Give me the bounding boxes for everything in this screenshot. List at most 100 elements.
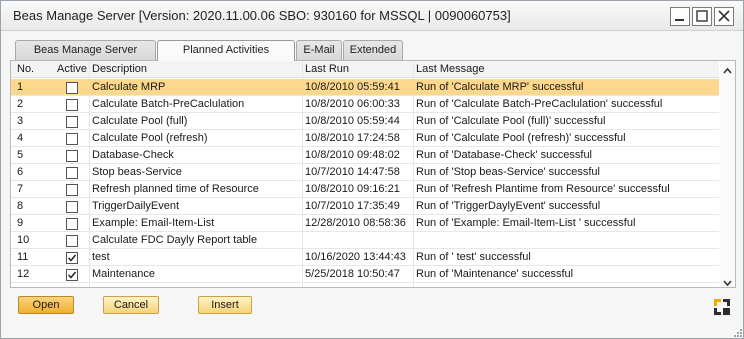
- row-description: test: [92, 251, 110, 263]
- table-row[interactable]: 12 Maintenance 5/25/2018 10:50:47 Run of 'M…: [11, 266, 719, 283]
- row-last-message: Run of 'Refresh Plantime from Resource' …: [416, 183, 670, 195]
- maximize-button[interactable]: [692, 7, 712, 26]
- grid-header: No. Active Description Last Run Last Mes…: [11, 61, 719, 78]
- row-number: 7: [17, 183, 24, 195]
- row-last-message: Run of ' test' successful: [416, 251, 531, 263]
- chevron-up-icon[interactable]: [723, 67, 732, 75]
- activities-grid: No. Active Description Last Run Last Mes…: [11, 61, 719, 287]
- row-last-message: [414, 232, 719, 249]
- title-bar[interactable]: Beas Manage Server [Version: 2020.11.00.…: [1, 1, 743, 31]
- header-description[interactable]: Description: [90, 61, 300, 78]
- active-checkbox[interactable]: [66, 218, 78, 230]
- active-checkbox[interactable]: [66, 150, 78, 162]
- row-last-message: Run of 'TriggerDaylyEvent' successful: [416, 200, 601, 212]
- row-description: Example: Email-Item-List: [92, 217, 215, 229]
- row-last-run: 12/28/2010 08:58:36: [305, 217, 406, 229]
- active-checkbox[interactable]: [66, 133, 78, 145]
- row-last-run: 10/7/2010 14:47:58: [305, 166, 400, 178]
- row-last-message: Run of 'Calculate Batch-PreCaclulation' …: [416, 98, 663, 110]
- row-number: 12: [17, 268, 30, 280]
- row-last-message: Run of 'Example: Email-Item-List ' succe…: [416, 217, 636, 229]
- row-last-message: Run of 'Calculate Pool (refresh)' succes…: [416, 132, 626, 144]
- row-description: TriggerDailyEvent: [92, 200, 180, 212]
- header-active[interactable]: Active: [55, 61, 88, 78]
- maximize-icon: [696, 10, 708, 22]
- chevron-down-icon[interactable]: [723, 279, 732, 287]
- table-row[interactable]: 8 TriggerDailyEvent 10/7/2010 17:35:49 Run …: [11, 198, 719, 215]
- tab-planned-activities[interactable]: Planned Activities: [157, 40, 295, 61]
- row-number: 8: [17, 200, 24, 212]
- row-number: 9: [17, 217, 24, 229]
- close-icon: [718, 10, 730, 22]
- row-number: 10: [17, 234, 30, 246]
- beas-manage-server-window: Beas Manage Server [Version: 2020.11.00.…: [0, 0, 744, 339]
- row-last-run: 10/8/2010 05:59:44: [305, 115, 400, 127]
- planned-activities-panel: No. Active Description Last Run Last Mes…: [10, 60, 736, 288]
- row-last-run: 5/25/2018 10:50:47: [305, 268, 400, 280]
- row-number: 6: [17, 166, 24, 178]
- row-description: Stop beas-Service: [92, 166, 182, 178]
- row-last-message: Run of 'Calculate Pool (full)' successfu…: [416, 115, 606, 127]
- row-last-run: 10/8/2010 17:24:58: [305, 132, 400, 144]
- row-last-run: 10/8/2010 09:16:21: [305, 183, 400, 195]
- open-button[interactable]: Open: [18, 296, 74, 314]
- row-last-run: 10/8/2010 06:00:33: [305, 98, 400, 110]
- insert-button[interactable]: Insert: [198, 296, 252, 314]
- row-last-run: 10/16/2020 13:44:43: [305, 251, 406, 263]
- tab-e-mail[interactable]: E-Mail: [296, 40, 342, 60]
- table-row[interactable]: 4 Calculate Pool (refresh) 10/8/2010 17:24…: [11, 130, 719, 147]
- table-row[interactable]: 3 Calculate Pool (full) 10/8/2010 05:59:44…: [11, 113, 719, 130]
- cancel-button[interactable]: Cancel: [103, 296, 159, 314]
- row-description: Maintenance: [92, 268, 155, 280]
- active-checkbox[interactable]: [66, 167, 78, 179]
- header-no[interactable]: No.: [15, 61, 55, 78]
- header-last-run[interactable]: Last Run: [303, 61, 413, 78]
- row-description: Refresh planned time of Resource: [92, 183, 259, 195]
- table-row[interactable]: 2 Calculate Batch-PreCaclulation 10/8/2010…: [11, 96, 719, 113]
- row-number: 3: [17, 115, 24, 127]
- table-row[interactable]: 7 Refresh planned time of Resource 10/8/20…: [11, 181, 719, 198]
- row-last-message: Run of 'Database-Check' successful: [416, 149, 593, 161]
- vertical-scrollbar[interactable]: [720, 61, 735, 287]
- minimize-button[interactable]: [670, 7, 690, 26]
- active-checkbox[interactable]: [66, 99, 78, 111]
- checkmark-icon: [67, 254, 77, 262]
- row-last-run: 10/8/2010 05:59:41: [305, 81, 400, 93]
- close-button[interactable]: [714, 7, 734, 26]
- header-last-message[interactable]: Last Message: [414, 61, 719, 78]
- table-row[interactable]: 11 test 10/16/2020 13:44:43 Run of ' test' …: [11, 249, 719, 266]
- window-title: Beas Manage Server [Version: 2020.11.00.…: [13, 8, 511, 23]
- row-number: 1: [17, 81, 24, 93]
- tab-beas-manage-server[interactable]: Beas Manage Server: [15, 40, 156, 60]
- checkmark-icon: [67, 271, 77, 279]
- active-checkbox[interactable]: [66, 184, 78, 196]
- row-description: Calculate MRP: [92, 81, 166, 93]
- row-description: Calculate Pool (full): [92, 115, 188, 127]
- row-last-run: [303, 232, 413, 249]
- row-last-run: 10/8/2010 09:48:02: [305, 149, 400, 161]
- row-last-message: Run of 'Maintenance' successful: [416, 268, 574, 280]
- tab-extended[interactable]: Extended: [343, 40, 403, 60]
- table-row[interactable]: 10 Calculate FDC Dayly Report table: [11, 232, 719, 249]
- row-description: Calculate FDC Dayly Report table: [92, 234, 258, 246]
- row-number: 5: [17, 149, 24, 161]
- active-checkbox[interactable]: [66, 201, 78, 213]
- table-row[interactable]: 6 Stop beas-Service 10/7/2010 14:47:58 Run …: [11, 164, 719, 181]
- table-row[interactable]: 1 Calculate MRP 10/8/2010 05:59:41 Run of '…: [11, 79, 719, 96]
- row-last-message: Run of 'Stop beas-Service' successful: [416, 166, 600, 178]
- table-row[interactable]: 9 Example: Email-Item-List 12/28/2010 08:5…: [11, 215, 719, 232]
- row-number: 11: [17, 251, 29, 263]
- active-checkbox[interactable]: [66, 269, 78, 281]
- table-row[interactable]: 5 Database-Check 10/8/2010 09:48:02 Run of …: [11, 147, 719, 164]
- row-number: 4: [17, 132, 24, 144]
- row-description: Calculate Batch-PreCaclulation: [92, 98, 245, 110]
- active-checkbox[interactable]: [66, 82, 78, 94]
- row-number: 2: [17, 98, 24, 110]
- row-description: Database-Check: [92, 149, 174, 161]
- active-checkbox[interactable]: [66, 116, 78, 128]
- row-last-run: 10/7/2010 17:35:49: [305, 200, 400, 212]
- sap-logo-icon: [714, 299, 730, 315]
- active-checkbox[interactable]: [66, 252, 78, 264]
- active-checkbox[interactable]: [66, 235, 78, 247]
- resize-grip-icon[interactable]: [733, 328, 743, 338]
